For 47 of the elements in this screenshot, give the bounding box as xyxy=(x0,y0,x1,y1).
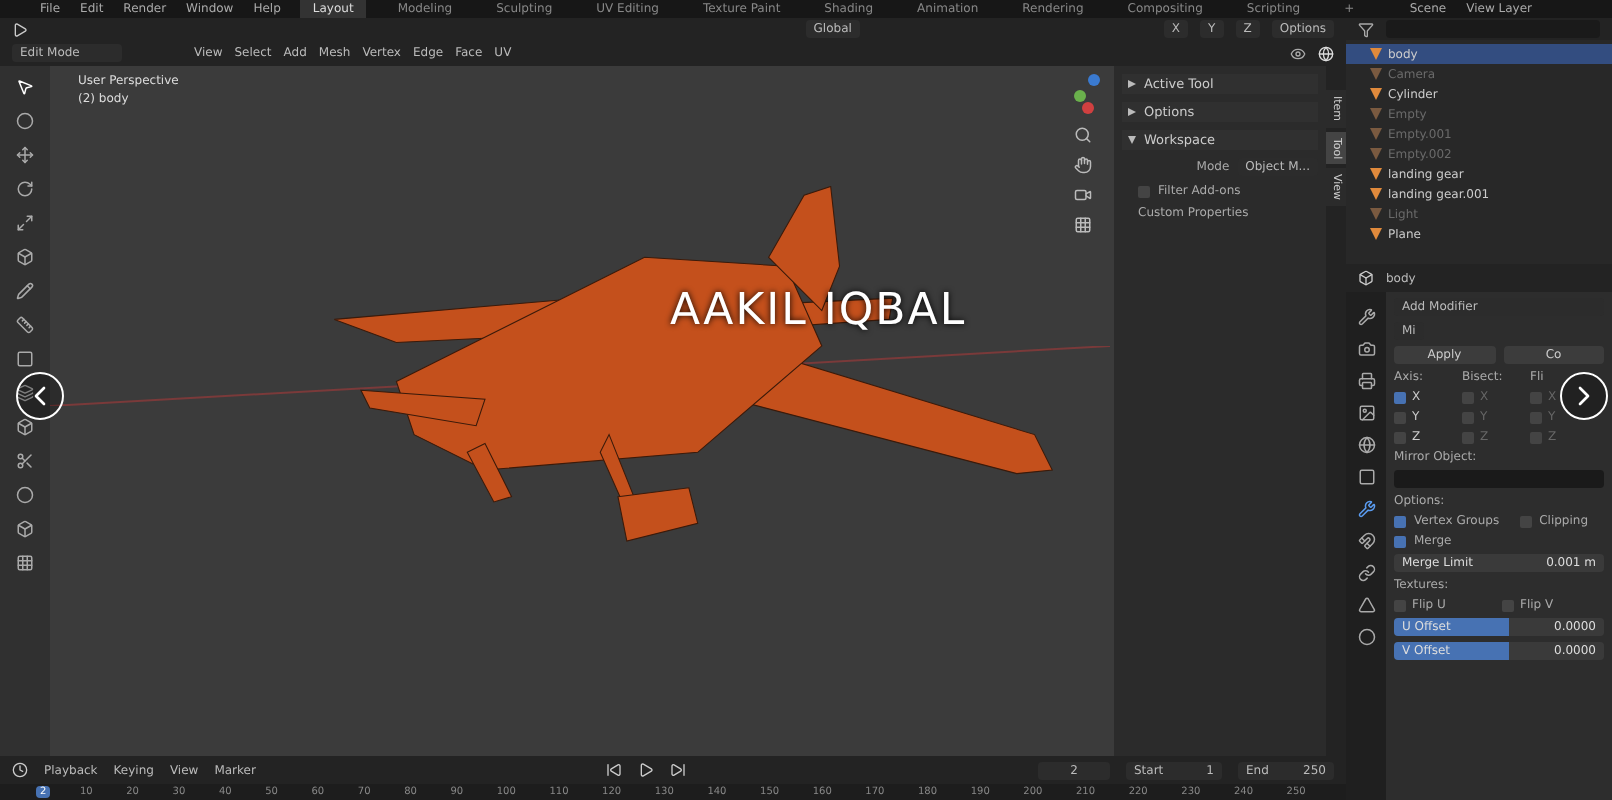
link-icon[interactable] xyxy=(1357,564,1375,582)
grid-icon[interactable] xyxy=(1074,216,1092,234)
square-icon[interactable] xyxy=(16,350,34,368)
globe-icon[interactable] xyxy=(1357,436,1375,454)
magnet-icon[interactable] xyxy=(1357,532,1375,550)
circle-icon[interactable] xyxy=(16,112,34,130)
cursor-icon[interactable] xyxy=(16,78,34,96)
disclosure-icon[interactable] xyxy=(1128,136,1136,144)
knife-icon[interactable] xyxy=(16,452,34,470)
camera-icon[interactable] xyxy=(1357,340,1375,358)
wrench-icon[interactable] xyxy=(1357,500,1375,518)
layers-icon[interactable] xyxy=(16,384,34,402)
triangle-icon[interactable] xyxy=(1357,596,1375,614)
scale-icon[interactable] xyxy=(16,214,34,232)
printer-icon[interactable] xyxy=(1357,372,1375,390)
square-icon[interactable] xyxy=(1357,468,1375,486)
checkbox[interactable] xyxy=(1394,391,1406,403)
cube-icon[interactable] xyxy=(16,418,34,436)
cube-icon xyxy=(1358,270,1374,286)
checkbox[interactable] xyxy=(1394,535,1406,547)
move-icon[interactable] xyxy=(16,146,34,164)
eye-icon[interactable] xyxy=(1290,45,1306,61)
filter-icon[interactable] xyxy=(1358,21,1374,37)
disclosure-icon[interactable] xyxy=(1128,108,1136,116)
checkbox[interactable] xyxy=(1394,515,1406,527)
cube-icon[interactable] xyxy=(16,520,34,538)
rotate-icon[interactable] xyxy=(16,180,34,198)
pencil-icon[interactable] xyxy=(16,282,34,300)
hand-icon[interactable] xyxy=(1074,156,1092,174)
play-icon[interactable] xyxy=(638,762,655,778)
disclosure-icon[interactable] xyxy=(1128,80,1136,88)
next-button[interactable] xyxy=(1560,372,1608,420)
zoom-icon[interactable] xyxy=(1074,126,1092,144)
timeline-icon[interactable] xyxy=(12,762,28,778)
sphere-icon[interactable] xyxy=(16,486,34,504)
checkbox[interactable] xyxy=(1138,185,1150,197)
image-icon[interactable] xyxy=(1357,404,1375,422)
ruler-icon[interactable] xyxy=(16,316,34,334)
jump-end-icon[interactable] xyxy=(670,762,687,778)
camera-icon[interactable] xyxy=(1074,186,1092,204)
play-icon[interactable] xyxy=(12,21,28,37)
axis-gizmo xyxy=(1074,74,1102,114)
cube-icon[interactable] xyxy=(16,248,34,266)
previous-button[interactable] xyxy=(16,372,64,420)
grid-icon[interactable] xyxy=(16,554,34,572)
sphere-icon[interactable] xyxy=(1357,628,1375,646)
jump-start-icon[interactable] xyxy=(606,762,623,778)
